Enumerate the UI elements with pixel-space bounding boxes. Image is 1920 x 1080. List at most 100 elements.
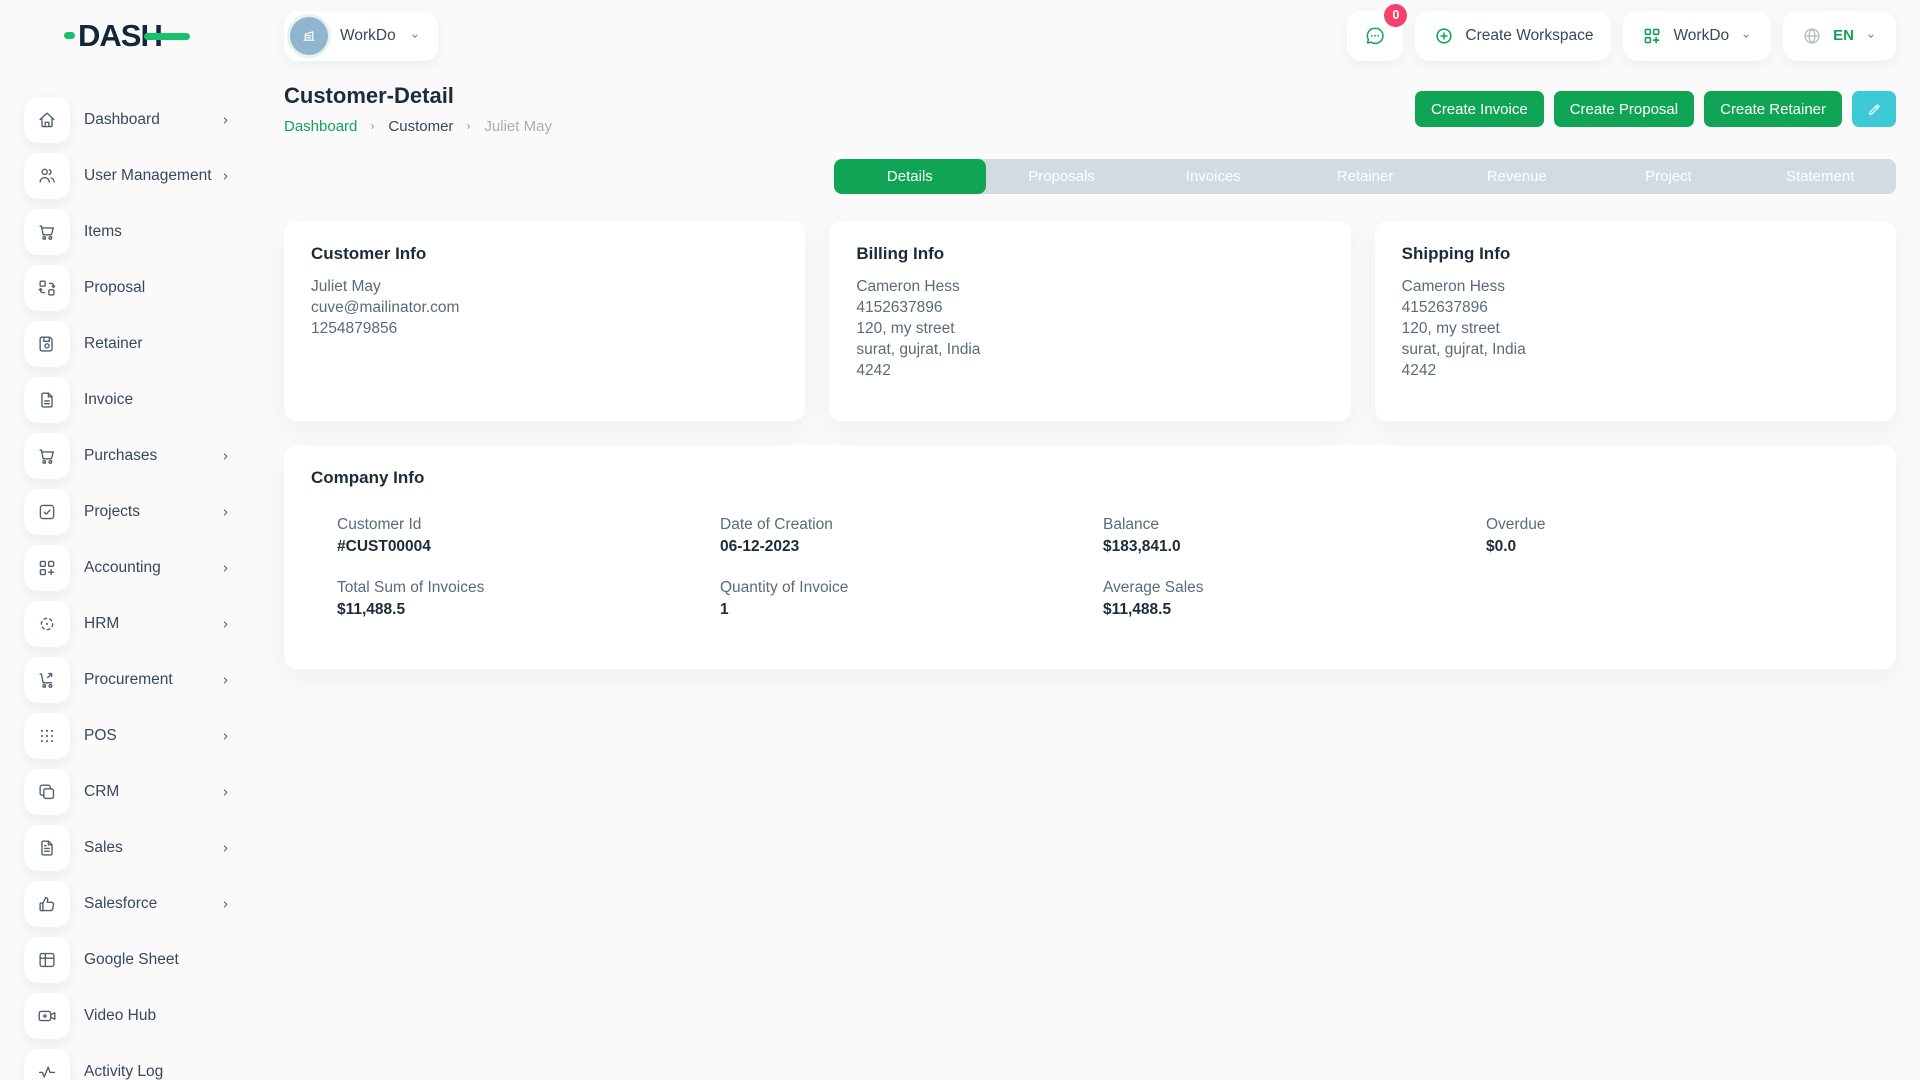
- sidebar-item-salesforce[interactable]: Salesforce: [24, 881, 232, 927]
- shipping-info-lines: Cameron Hess4152637896120, my streetsura…: [1402, 276, 1869, 381]
- sidebar-item-projects[interactable]: Projects: [24, 489, 232, 535]
- chevron-right-icon: [219, 674, 232, 687]
- sidebar-item-label: HRM: [84, 615, 219, 633]
- workspace-selector[interactable]: WorkDo: [284, 11, 438, 61]
- topbar: WorkDo 0 Create Workspace: [284, 0, 1896, 71]
- sidebar-item-hrm[interactable]: HRM: [24, 601, 232, 647]
- sidebar-item-label: Dashboard: [84, 111, 219, 129]
- billing-info-line: 4152637896: [856, 297, 1323, 318]
- page-head-left: Customer-Detail DashboardCustomerJuliet …: [284, 83, 552, 135]
- sidebar-item-items[interactable]: Items: [24, 209, 232, 255]
- shipping-info-line: 4242: [1402, 360, 1869, 381]
- grid-plus-icon: [24, 545, 70, 591]
- company-field-overdue: Overdue $0.0: [1486, 516, 1869, 556]
- sidebar-item-purchases[interactable]: Purchases: [24, 433, 232, 479]
- field-value: $183,841.0: [1103, 538, 1486, 556]
- chat-icon: [1363, 24, 1387, 48]
- create-workspace-button[interactable]: Create Workspace: [1415, 11, 1611, 61]
- logo-dash-accent: [64, 32, 75, 39]
- workdo-app-menu[interactable]: WorkDo: [1623, 11, 1771, 61]
- sidebar-item-label: Sales: [84, 839, 219, 857]
- billing-info-title: Billing Info: [856, 244, 1323, 264]
- create-retainer-button[interactable]: Create Retainer: [1704, 91, 1842, 127]
- billing-info-line: 4242: [856, 360, 1323, 381]
- edit-customer-button[interactable]: [1852, 91, 1896, 127]
- sidebar-item-label: Video Hub: [84, 1007, 232, 1025]
- sidebar-item-proposal[interactable]: Proposal: [24, 265, 232, 311]
- sidebar-item-user-management[interactable]: User Management: [24, 153, 232, 199]
- sidebar-item-label: POS: [84, 727, 219, 745]
- shipping-info-card: Shipping InfoCameron Hess4152637896120, …: [1375, 221, 1896, 421]
- create-invoice-button[interactable]: Create Invoice: [1415, 91, 1544, 127]
- sidebar-item-label: Accounting: [84, 559, 219, 577]
- chevron-right-icon: [219, 730, 232, 743]
- sidebar-item-procurement[interactable]: Procurement: [24, 657, 232, 703]
- breadcrumb-separator-icon: [463, 121, 474, 132]
- field-label: Total Sum of Invoices: [337, 579, 720, 597]
- chevron-right-icon: [219, 562, 232, 575]
- create-proposal-button[interactable]: Create Proposal: [1554, 91, 1694, 127]
- video-icon: [24, 993, 70, 1039]
- sidebar-item-invoice[interactable]: Invoice: [24, 377, 232, 423]
- field-value: $0.0: [1486, 538, 1869, 556]
- chevron-down-icon: [1864, 29, 1878, 43]
- app-root: DAS H Dashboard User Management Items Propo…: [0, 0, 1920, 1080]
- tab-details[interactable]: Details: [834, 159, 986, 194]
- page-title: Customer-Detail: [284, 83, 552, 109]
- cart-arrow-icon: [24, 657, 70, 703]
- chevron-down-icon: [408, 29, 422, 43]
- logo-text: DAS: [78, 20, 140, 51]
- tab-revenue[interactable]: Revenue: [1441, 159, 1593, 194]
- breadcrumb-item-customer[interactable]: Customer: [388, 118, 453, 135]
- sidebar-item-label: Google Sheet: [84, 951, 232, 969]
- sidebar-item-crm[interactable]: CRM: [24, 769, 232, 815]
- sidebar-item-accounting[interactable]: Accounting: [24, 545, 232, 591]
- sidebar-item-label: Salesforce: [84, 895, 219, 913]
- workspace-name: WorkDo: [340, 27, 396, 45]
- sidebar-item-label: Projects: [84, 503, 219, 521]
- breadcrumb-separator-icon: [367, 121, 378, 132]
- tab-proposals[interactable]: Proposals: [986, 159, 1138, 194]
- customer-info-card: Customer InfoJuliet Maycuve@mailinator.c…: [284, 221, 805, 421]
- company-field-quantity-of-invoice: Quantity of Invoice1: [720, 579, 1103, 619]
- field-label: Overdue: [1486, 516, 1869, 534]
- breadcrumb-item-dashboard[interactable]: Dashboard: [284, 118, 357, 135]
- building-icon: [299, 26, 319, 46]
- chevron-right-icon: [219, 786, 232, 799]
- customer-info-line: cuve@mailinator.com: [311, 297, 778, 318]
- messages-count-badge: 0: [1384, 4, 1407, 27]
- dots-grid-icon: [24, 713, 70, 759]
- tab-project[interactable]: Project: [1593, 159, 1745, 194]
- sidebar-item-retainer[interactable]: Retainer: [24, 321, 232, 367]
- sidebar-item-label: Activity Log: [84, 1063, 232, 1080]
- sidebar-item-dashboard[interactable]: Dashboard: [24, 97, 232, 143]
- company-info-grid: Customer Id#CUST00004Date of Creation06-…: [311, 516, 1869, 619]
- company-field-total-sum-of-invoices: Total Sum of Invoices$11,488.5: [337, 579, 720, 619]
- sidebar-item-video-hub[interactable]: Video Hub: [24, 993, 232, 1039]
- language-selector[interactable]: EN: [1783, 11, 1896, 61]
- app-logo[interactable]: DAS H: [64, 20, 162, 51]
- pencil-icon: [1866, 101, 1883, 118]
- billing-info-line: surat, gujrat, India: [856, 339, 1323, 360]
- globe-icon: [1801, 25, 1823, 47]
- copy-icon: [24, 769, 70, 815]
- field-value: 1: [720, 601, 1103, 619]
- thumb-up-icon: [24, 881, 70, 927]
- company-info-title: Company Info: [311, 468, 1869, 488]
- chevron-right-icon: [219, 170, 232, 183]
- sidebar-item-activity-log[interactable]: Activity Log: [24, 1049, 232, 1080]
- sidebar-item-sales[interactable]: Sales: [24, 825, 232, 871]
- shipping-info-line: 120, my street: [1402, 318, 1869, 339]
- company-field-balance: Balance$183,841.0: [1103, 516, 1486, 556]
- logo-row: DAS H: [24, 0, 256, 71]
- chevron-right-icon: [219, 114, 232, 127]
- sidebar-item-label: Procurement: [84, 671, 219, 689]
- tab-invoices[interactable]: Invoices: [1137, 159, 1289, 194]
- tab-retainer[interactable]: Retainer: [1289, 159, 1441, 194]
- messages-button[interactable]: 0: [1347, 11, 1403, 61]
- shipping-info-line: Cameron Hess: [1402, 276, 1869, 297]
- billing-info-line: 120, my street: [856, 318, 1323, 339]
- tab-statement[interactable]: Statement: [1744, 159, 1896, 194]
- sidebar-item-pos[interactable]: POS: [24, 713, 232, 759]
- sidebar-item-google-sheet[interactable]: Google Sheet: [24, 937, 232, 983]
